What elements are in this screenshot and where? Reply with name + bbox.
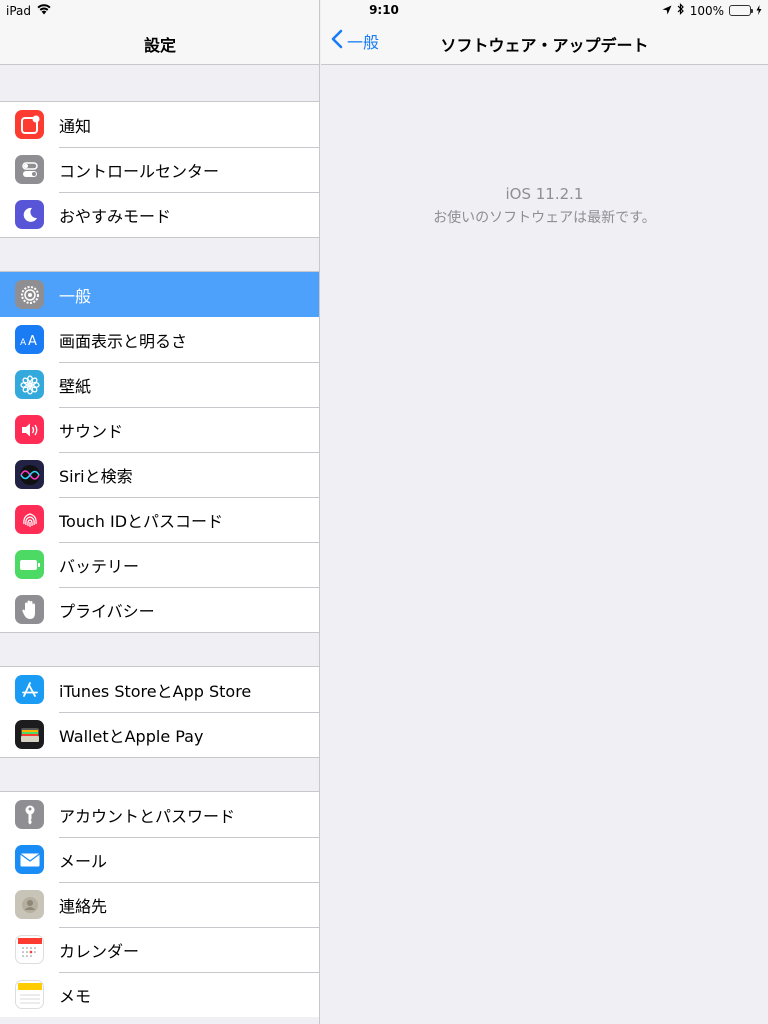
sidebar-item-label: カレンダー xyxy=(59,941,140,961)
key-icon xyxy=(15,800,44,829)
wallpaper-icon xyxy=(15,370,44,399)
ios-version: iOS 11.2.1 xyxy=(505,185,584,203)
clock: 9:10 xyxy=(369,3,399,17)
display-icon: AA xyxy=(15,325,44,354)
sound-icon xyxy=(15,415,44,444)
location-icon xyxy=(662,4,672,18)
sidebar-item-label: メモ xyxy=(59,986,92,1006)
settings-group-1: 通知 コントロールセンター おやすみモード xyxy=(0,101,319,238)
update-status-message: お使いのソフトウェアは最新です。 xyxy=(433,210,656,226)
sidebar-item-label: 一般 xyxy=(59,286,92,306)
sidebar-item-label: おやすみモード xyxy=(59,206,172,226)
sidebar-item-label: サウンド xyxy=(59,421,124,441)
status-bar: iPad 9:10 100% xyxy=(0,0,768,20)
sidebar-item-control-center[interactable]: コントロールセンター xyxy=(0,147,319,192)
svg-text:A: A xyxy=(28,334,37,347)
sidebar-item-label: Siriと検索 xyxy=(59,466,133,486)
sidebar-item-mail[interactable]: メール xyxy=(0,837,319,882)
battery-percent: 100% xyxy=(689,3,724,18)
sidebar-item-sounds[interactable]: サウンド xyxy=(0,407,319,452)
gear-icon xyxy=(15,280,44,309)
sidebar-item-privacy[interactable]: プライバシー xyxy=(0,587,319,632)
battery-icon xyxy=(15,550,44,579)
sidebar-item-label: 連絡先 xyxy=(59,896,108,916)
sidebar-item-label: 通知 xyxy=(59,116,92,136)
sidebar-item-itunes-app-store[interactable]: iTunes StoreとApp Store xyxy=(0,667,319,712)
detail-pane: 一般 ソフトウェア・アップデート iOS 11.2.1 お使いのソフトウェアは最… xyxy=(321,0,768,1024)
settings-sidebar: 設定 通知 コントロールセンター おやすみモード 一般 A A 画面表示と明るさ… xyxy=(0,0,320,1024)
sidebar-item-general[interactable]: 一般 xyxy=(0,272,319,317)
sidebar-item-label: バッテリー xyxy=(59,556,140,576)
moon-icon xyxy=(15,200,44,229)
fingerprint-icon xyxy=(15,505,44,534)
calendar-icon xyxy=(15,935,44,964)
charging-icon xyxy=(756,4,762,18)
sidebar-item-label: アカウントとパスワード xyxy=(59,806,236,826)
control-center-icon xyxy=(15,155,44,184)
app-store-icon xyxy=(15,675,44,704)
sidebar-item-siri-search[interactable]: Siriと検索 xyxy=(0,452,319,497)
sidebar-item-label: Touch IDとパスコード xyxy=(59,511,224,531)
contacts-icon xyxy=(15,890,44,919)
sidebar-item-label: コントロールセンター xyxy=(59,161,220,181)
settings-group-3: iTunes StoreとApp Store WalletとApple Pay xyxy=(0,666,319,758)
siri-icon xyxy=(15,460,44,489)
settings-group-4: アカウントとパスワード メール 連絡先 カレンダー メモ xyxy=(0,791,319,1017)
wallet-icon xyxy=(15,720,44,749)
page-title: ソフトウェア・アップデート xyxy=(440,36,649,55)
bluetooth-icon xyxy=(677,3,685,18)
sidebar-item-contacts[interactable]: 連絡先 xyxy=(0,882,319,927)
sidebar-item-do-not-disturb[interactable]: おやすみモード xyxy=(0,192,319,237)
wifi-icon xyxy=(36,3,52,18)
sidebar-item-label: WalletとApple Pay xyxy=(59,726,204,746)
hand-icon xyxy=(15,595,44,624)
battery-level-icon xyxy=(729,5,753,16)
settings-group-2: 一般 AA 画面表示と明るさ 壁紙 サウンド Siriと検索 Touch IDと… xyxy=(0,271,319,633)
sidebar-title: 設定 xyxy=(143,36,176,55)
sidebar-item-calendar[interactable]: カレンダー xyxy=(0,927,319,972)
sidebar-item-display-brightness[interactable]: AA 画面表示と明るさ xyxy=(0,317,319,362)
sidebar-item-touch-id-passcode[interactable]: Touch IDとパスコード xyxy=(0,497,319,542)
device-name: iPad xyxy=(6,3,32,18)
sidebar-item-label: 壁紙 xyxy=(59,376,92,396)
sidebar-item-label: プライバシー xyxy=(59,601,155,621)
notifications-icon xyxy=(15,110,44,139)
sidebar-item-accounts-passwords[interactable]: アカウントとパスワード xyxy=(0,792,319,837)
sidebar-item-notifications[interactable]: 通知 xyxy=(0,102,319,147)
sidebar-item-label: 画面表示と明るさ xyxy=(59,331,188,351)
sidebar-item-label: iTunes StoreとApp Store xyxy=(59,681,252,701)
svg-text:A: A xyxy=(20,338,27,347)
notes-icon xyxy=(15,980,44,1009)
sidebar-item-wallpaper[interactable]: 壁紙 xyxy=(0,362,319,407)
sidebar-item-notes[interactable]: メモ xyxy=(0,972,319,1017)
mail-icon xyxy=(15,845,44,874)
sidebar-item-label: メール xyxy=(59,851,108,871)
sidebar-item-battery[interactable]: バッテリー xyxy=(0,542,319,587)
sidebar-item-wallet-apple-pay[interactable]: WalletとApple Pay xyxy=(0,712,319,757)
